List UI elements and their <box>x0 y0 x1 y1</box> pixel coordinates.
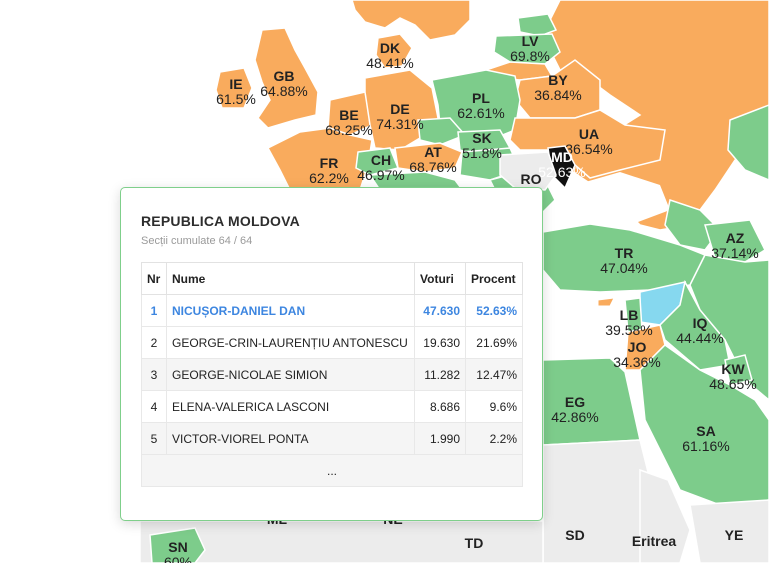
label-ua: UA <box>579 126 599 142</box>
pct-dk: 48.41% <box>366 55 413 71</box>
label-az: AZ <box>726 230 745 246</box>
header-percent: Procent <box>465 262 523 295</box>
table-row: 5 VICTOR-VIOREL PONTA 1.990 2.2% <box>141 422 523 455</box>
header-nr: Nr <box>141 262 167 295</box>
label-gb: GB <box>274 68 295 84</box>
header-name: Nume <box>166 262 415 295</box>
label-ro: RO <box>521 171 542 187</box>
popup-subtitle: Secții cumulate 64 / 64 <box>141 235 253 247</box>
header-votes: Voturi <box>414 262 466 295</box>
label-by: BY <box>548 72 568 88</box>
row-name: GEORGE-CRIN-LAURENȚIU ANTONESCU <box>166 326 415 359</box>
table-row: 1 NICUȘOR-DANIEL DAN 47.630 52.63% <box>141 294 523 327</box>
label-jo: JO <box>628 339 647 355</box>
label-lv: LV <box>522 33 540 49</box>
label-td: TD <box>465 535 484 551</box>
pct-jo: 34.36% <box>613 354 660 370</box>
pct-pl: 62.61% <box>457 105 504 121</box>
label-sa: SA <box>696 423 715 439</box>
label-md: MD <box>551 149 573 165</box>
label-fr: FR <box>320 155 339 171</box>
pct-be: 68.25% <box>325 122 372 138</box>
pct-eg: 42.86% <box>551 409 598 425</box>
table-header-row: Nr Nume Voturi Procent <box>141 262 523 295</box>
pct-fr: 62.2% <box>309 170 349 186</box>
row-nr: 4 <box>141 390 167 423</box>
row-name: ELENA-VALERICA LASCONI <box>166 390 415 423</box>
label-tr: TR <box>615 245 634 261</box>
row-nr: 5 <box>141 422 167 455</box>
label-sn: SN <box>168 539 187 555</box>
row-percent: 2.2% <box>465 422 523 455</box>
row-votes: 1.990 <box>414 422 466 455</box>
pct-kw: 48.65% <box>709 376 756 392</box>
pct-iq: 44.44% <box>676 330 723 346</box>
pct-sn: 60% <box>164 554 192 563</box>
row-percent: 21.69% <box>465 326 523 359</box>
label-pl: PL <box>472 90 490 106</box>
label-be: BE <box>339 107 358 123</box>
pct-lb: 39.58% <box>605 322 652 338</box>
more-ellipsis[interactable]: ... <box>141 454 523 487</box>
country-scandinavia[interactable] <box>351 0 471 41</box>
row-name: VICTOR-VIOREL PONTA <box>166 422 415 455</box>
label-dk: DK <box>380 40 400 56</box>
pct-lv: 69.8% <box>510 48 550 64</box>
label-ie: IE <box>229 76 242 92</box>
pct-by: 36.84% <box>534 87 581 103</box>
pct-at: 68.76% <box>409 159 456 175</box>
results-table: Nr Nume Voturi Procent 1 NICUȘOR-DANIEL … <box>141 262 523 487</box>
row-nr: 2 <box>141 326 167 359</box>
label-sd: SD <box>565 527 584 543</box>
label-ye: YE <box>725 527 744 543</box>
country-eg[interactable] <box>542 357 641 446</box>
row-percent: 12.47% <box>465 358 523 391</box>
row-nr: 1 <box>141 294 167 327</box>
results-popup: REPUBLICA MOLDOVA Secții cumulate 64 / 6… <box>120 187 543 521</box>
row-percent: 9.6% <box>465 390 523 423</box>
pct-sa: 61.16% <box>682 438 729 454</box>
country-cyprus[interactable] <box>597 297 615 307</box>
row-name: NICUȘOR-DANIEL DAN <box>166 294 415 327</box>
table-row: 2 GEORGE-CRIN-LAURENȚIU ANTONESCU 19.630… <box>141 326 523 359</box>
more-row[interactable]: ... <box>141 454 523 487</box>
pct-gb: 64.88% <box>260 83 307 99</box>
pct-md: 52.63% <box>538 164 585 180</box>
row-votes: 11.282 <box>414 358 466 391</box>
row-percent: 52.63% <box>465 294 523 327</box>
pct-ch: 46.97% <box>357 167 404 183</box>
label-ch: CH <box>371 152 391 168</box>
popup-title: REPUBLICA MOLDOVA <box>141 213 300 229</box>
row-name: GEORGE-NICOLAE SIMION <box>166 358 415 391</box>
table-row: 4 ELENA-VALERICA LASCONI 8.686 9.6% <box>141 390 523 423</box>
row-votes: 8.686 <box>414 390 466 423</box>
label-eritrea: Eritrea <box>632 533 677 549</box>
row-votes: 47.630 <box>414 294 466 327</box>
label-sk: SK <box>472 130 491 146</box>
pct-ie: 61.5% <box>216 91 256 107</box>
label-lb: LB <box>620 307 639 323</box>
label-de: DE <box>390 101 409 117</box>
pct-sk: 51.8% <box>462 145 502 161</box>
row-votes: 19.630 <box>414 326 466 359</box>
pct-az: 37.14% <box>711 245 758 261</box>
label-at: AT <box>424 144 442 160</box>
label-kw: KW <box>721 361 745 377</box>
label-eg: EG <box>565 394 585 410</box>
row-nr: 3 <box>141 358 167 391</box>
label-iq: IQ <box>693 315 708 331</box>
table-row: 3 GEORGE-NICOLAE SIMION 11.282 12.47% <box>141 358 523 391</box>
pct-tr: 47.04% <box>600 260 647 276</box>
pct-de: 74.31% <box>376 116 423 132</box>
